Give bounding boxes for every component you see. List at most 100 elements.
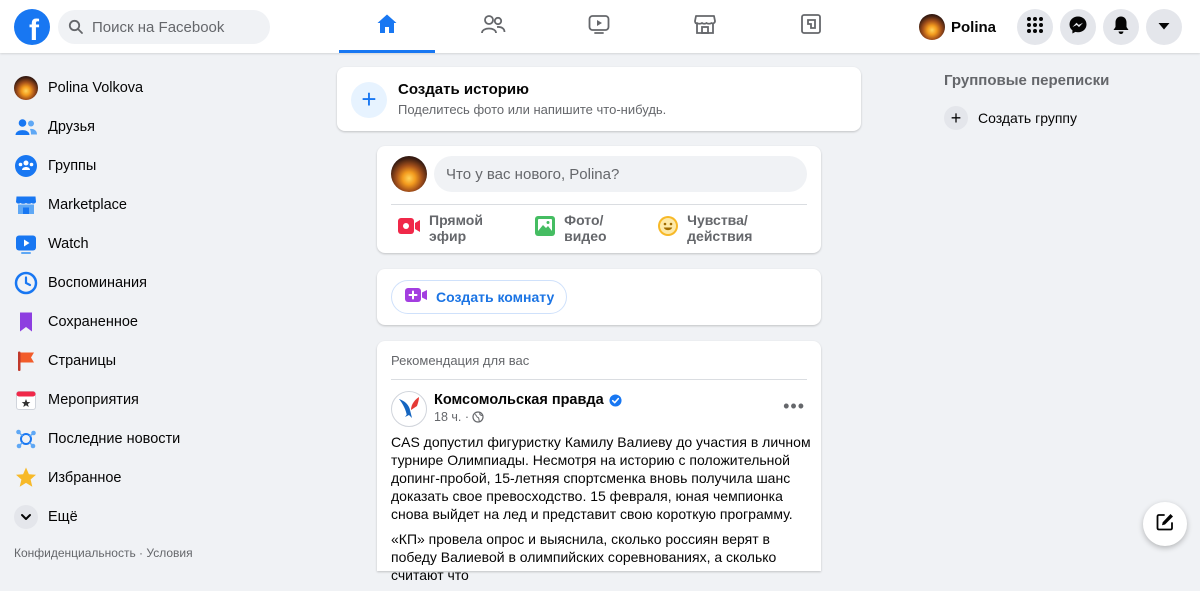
friends-icon <box>14 115 38 139</box>
live-video-button[interactable]: Прямой эфир <box>387 212 524 244</box>
news-icon <box>14 427 38 451</box>
sidebar-item-label: Ещё <box>48 508 78 525</box>
sidebar-item-label: Страницы <box>48 352 117 369</box>
divider <box>391 204 807 205</box>
post-paragraph: CAS допустил фигуристку Камилу Валиеву д… <box>391 434 811 522</box>
saved-icon <box>14 310 38 334</box>
tab-friends[interactable] <box>445 0 541 53</box>
sidebar-item-label: Marketplace <box>48 196 127 213</box>
create-group-label: Создать группу <box>978 110 1077 126</box>
search-box[interactable] <box>58 10 270 44</box>
notifications-icon <box>1112 15 1130 40</box>
menu-button[interactable] <box>1017 9 1053 45</box>
user-avatar <box>14 75 38 100</box>
marketplace-icon <box>14 193 38 217</box>
group-chats-title: Групповые переписки <box>944 72 1110 89</box>
composer-input[interactable] <box>434 156 807 192</box>
tab-home[interactable] <box>339 0 435 53</box>
gaming-icon <box>799 12 823 41</box>
messenger-icon <box>1068 15 1088 40</box>
feeling-icon <box>657 215 679 242</box>
create-room-label: Создать комнату <box>436 289 555 305</box>
page-name-text: Комсомольская правда <box>434 392 604 408</box>
sidebar-item-groups[interactable]: Группы <box>8 146 308 185</box>
tab-gaming[interactable] <box>763 0 859 53</box>
post-time[interactable]: 18 ч. · <box>434 410 484 424</box>
events-icon <box>14 388 38 412</box>
sidebar-item-marketplace[interactable]: Marketplace <box>8 185 308 224</box>
sidebar-item-profile[interactable]: Polina Volkova <box>8 68 308 107</box>
right-column: Групповые переписки + Создать группу <box>944 72 1184 130</box>
home-icon <box>375 12 399 41</box>
post-options-icon[interactable]: ••• <box>783 397 805 415</box>
new-message-button[interactable] <box>1143 502 1187 546</box>
messenger-button[interactable] <box>1060 9 1096 45</box>
page-avatar[interactable] <box>391 391 427 427</box>
feeling-label: Чувства/действия <box>687 212 753 244</box>
recommendation-label: Рекомендация для вас <box>391 353 530 368</box>
post-body: CAS допустил фигуристку Камилу Валиеву д… <box>391 433 811 591</box>
sidebar-item-more[interactable]: Ещё <box>8 497 308 536</box>
create-room-button[interactable]: Создать комнату <box>391 280 568 314</box>
account-button[interactable] <box>1146 9 1182 45</box>
menu-grid-icon <box>1026 16 1044 39</box>
compose-icon <box>1155 512 1175 537</box>
top-bar: f Поиск на Facebook Polina <box>0 0 1200 53</box>
notifications-button[interactable] <box>1103 9 1139 45</box>
main-nav <box>339 0 869 53</box>
profile-chip[interactable]: Polina <box>915 14 1000 40</box>
plus-icon: + <box>351 82 387 118</box>
post-composer: Прямой эфир Фото/видео Чувства/действия <box>377 146 821 253</box>
verified-icon <box>609 393 622 407</box>
footer-links[interactable]: Конфиденциальность · Условия <box>14 546 193 560</box>
sidebar-item-saved[interactable]: Сохраненное <box>8 302 308 341</box>
chevron-down-icon <box>14 504 38 529</box>
sidebar-item-label: Polina Volkova <box>48 79 144 96</box>
tab-watch[interactable] <box>551 0 647 53</box>
sidebar-item-label: Друзья <box>48 118 96 135</box>
divider <box>391 379 807 380</box>
watch-icon <box>587 12 611 41</box>
create-room-card: Создать комнату <box>377 269 821 325</box>
search-icon <box>68 19 84 35</box>
live-video-icon <box>397 215 421 242</box>
sidebar-item-label: Watch <box>48 235 89 252</box>
top-right-controls: Polina <box>915 9 1182 45</box>
photo-video-button[interactable]: Фото/видео <box>524 212 647 244</box>
sidebar-item-label: Мероприятия <box>48 391 139 408</box>
tab-marketplace[interactable] <box>657 0 753 53</box>
create-story-subtitle: Поделитесь фото или напишите что-нибудь. <box>398 102 667 117</box>
groups-icon <box>14 154 38 178</box>
favorites-icon <box>14 466 38 490</box>
facebook-logo[interactable]: f <box>14 9 50 45</box>
sidebar-item-memories[interactable]: Воспоминания <box>8 263 308 302</box>
create-group-button[interactable]: + Создать группу <box>944 106 1184 130</box>
feeling-button[interactable]: Чувства/действия <box>647 212 811 244</box>
search-input[interactable] <box>90 17 264 37</box>
sidebar-item-news[interactable]: Последние новости <box>8 419 308 458</box>
post-time-text: 18 ч. · <box>434 410 469 424</box>
pages-icon <box>14 349 38 373</box>
photo-video-label: Фото/видео <box>564 212 607 244</box>
sidebar-item-favorites[interactable]: Избранное <box>8 458 308 497</box>
account-caret-icon <box>1157 18 1171 36</box>
sidebar-item-watch[interactable]: Watch <box>8 224 308 263</box>
page-name[interactable]: Комсомольская правда <box>434 392 622 408</box>
create-story-card[interactable]: + Создать историю Поделитесь фото или на… <box>337 67 861 131</box>
post-paragraph: «КП» провела опрос и выяснила, сколько р… <box>391 531 777 583</box>
sidebar-item-label: Группы <box>48 157 97 174</box>
video-plus-icon <box>404 287 428 308</box>
profile-name: Polina <box>950 18 996 36</box>
user-avatar[interactable] <box>391 156 427 192</box>
sidebar-item-events[interactable]: Мероприятия <box>8 380 308 419</box>
friends-icon <box>480 12 506 41</box>
memories-icon <box>14 271 38 295</box>
photo-icon <box>534 215 556 242</box>
sidebar-item-label: Избранное <box>48 469 122 486</box>
left-sidebar: Polina Volkova Друзья Группы Marketplace… <box>8 68 308 536</box>
create-story-title: Создать историю <box>398 81 529 98</box>
kp-logo-icon <box>396 394 422 425</box>
sidebar-item-friends[interactable]: Друзья <box>8 107 308 146</box>
marketplace-icon <box>693 12 717 41</box>
sidebar-item-pages[interactable]: Страницы <box>8 341 308 380</box>
